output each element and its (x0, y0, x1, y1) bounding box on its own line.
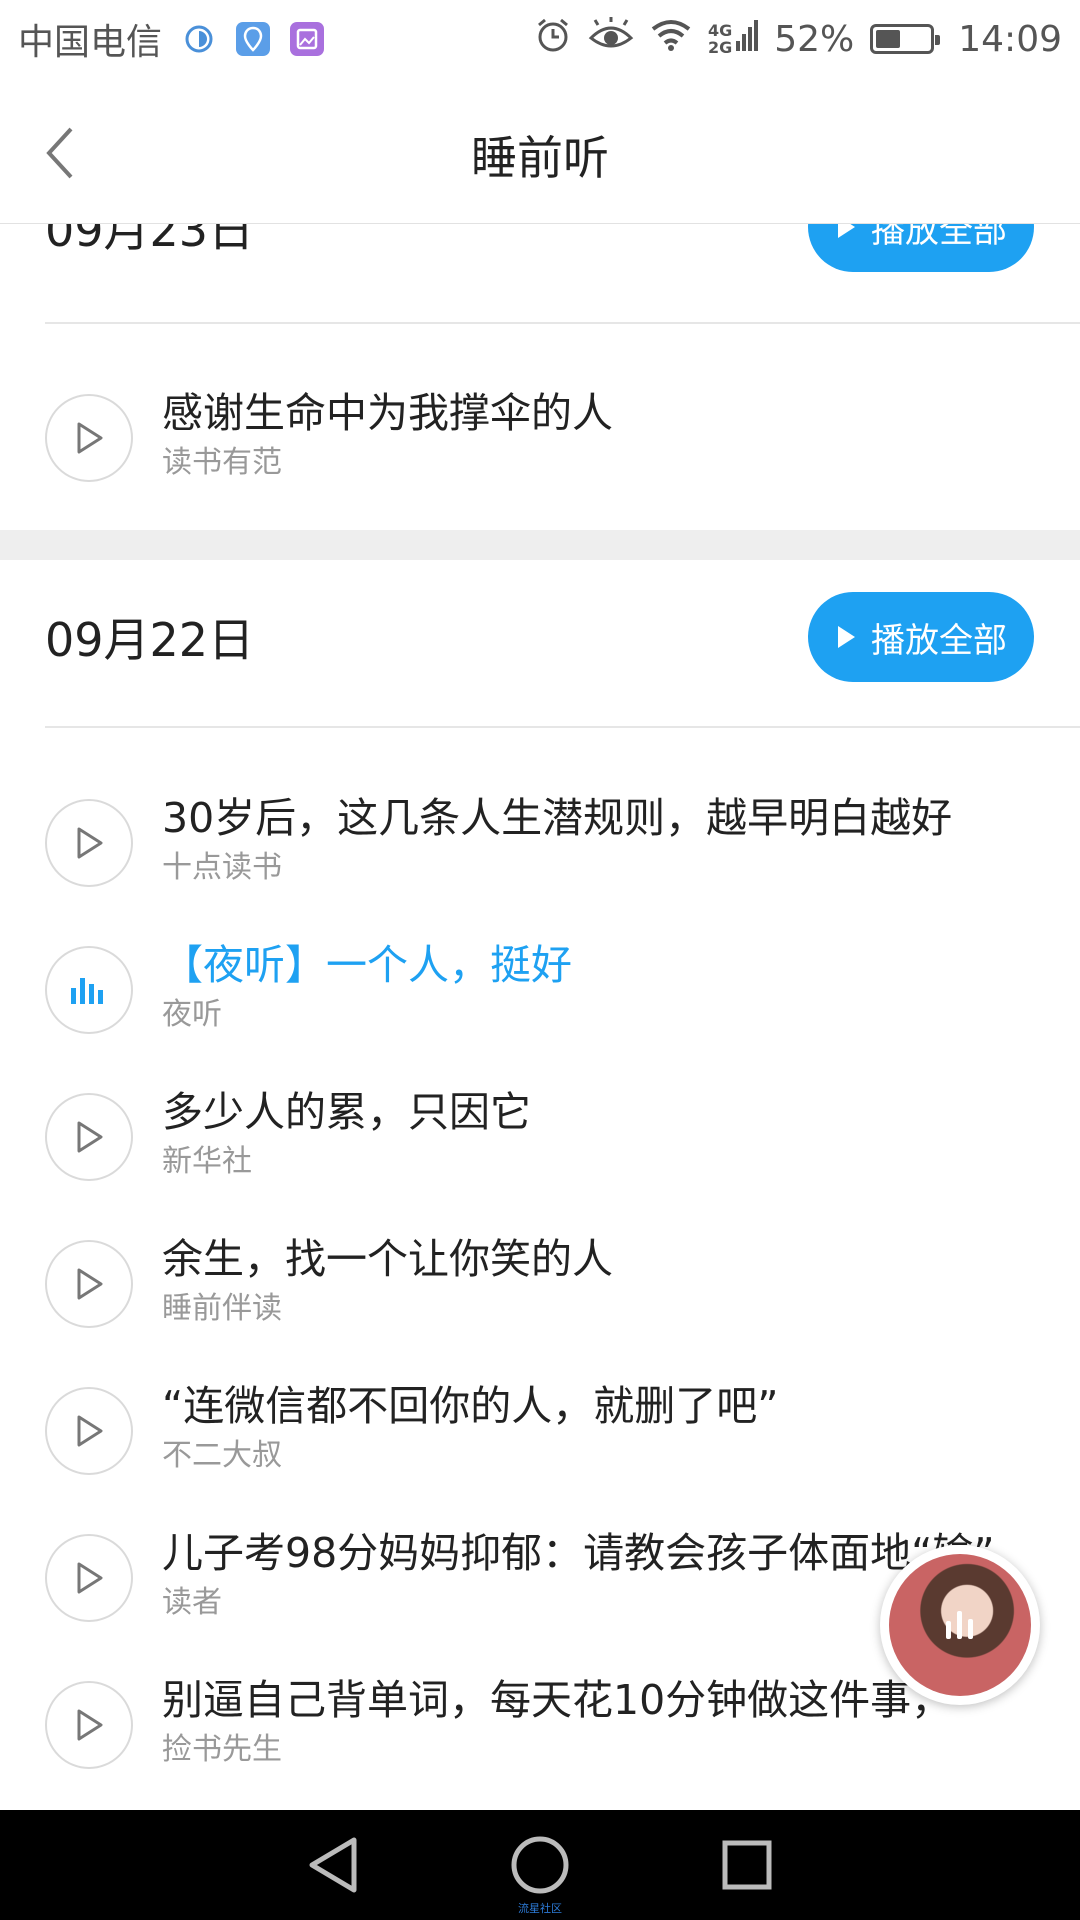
gallery-notification-icon (290, 22, 325, 56)
date-section: 09月23日 播放全部 (0, 224, 1080, 274)
play-button[interactable] (45, 394, 133, 482)
section-date: 09月22日 (45, 613, 255, 667)
play-all-button[interactable]: 播放全部 (808, 224, 1034, 272)
page-title: 睡前听 (471, 131, 609, 185)
item-title: 30岁后，这几条人生潜规则，越早明白越好 (162, 794, 953, 842)
network-2g-label: 2G (707, 38, 733, 57)
play-triangle-icon (838, 224, 855, 238)
list-item[interactable]: 多少人的累，只因它 新华社 (0, 1078, 1080, 1198)
play-outline-icon (77, 827, 103, 859)
circle-home-icon (511, 1836, 569, 1894)
playing-button[interactable] (45, 946, 133, 1034)
nav-recent-button[interactable] (707, 1825, 787, 1905)
album-cover (889, 1554, 1031, 1696)
signal-icon (736, 17, 759, 62)
item-title: 感谢生命中为我撑伞的人 (162, 389, 613, 437)
item-title: 【夜听】一个人，挺好 (162, 941, 572, 989)
nav-caption: 流星社区 (518, 1902, 562, 1915)
play-outline-icon (77, 422, 103, 454)
equalizer-icon (71, 978, 103, 1004)
play-all-label: 播放全部 (871, 620, 1007, 661)
equalizer-icon (946, 1611, 973, 1639)
list-item[interactable]: “连微信都不回你的人，就删了吧” 不二大叔 (0, 1372, 1080, 1492)
triangle-back-icon (309, 1837, 357, 1893)
play-outline-icon (77, 1268, 103, 1300)
wifi-icon (650, 18, 692, 61)
play-button[interactable] (45, 1387, 133, 1475)
play-button[interactable] (45, 1534, 133, 1622)
date-section: 09月22日 播放全部 (0, 560, 1080, 695)
network-type: 4G 2G (708, 22, 732, 56)
play-outline-icon (77, 1121, 103, 1153)
item-title: 余生，找一个让你笑的人 (162, 1235, 613, 1283)
list-item-playing[interactable]: 【夜听】一个人，挺好 夜听 (0, 931, 1080, 1051)
item-source: 捡书先生 (162, 1732, 282, 1767)
list-item[interactable]: 感谢生命中为我撑伞的人 读书有范 (0, 379, 1080, 499)
status-bar: 中国电信 4G 2G 52% 14:09 (0, 0, 1080, 78)
item-source: 新华社 (162, 1144, 252, 1179)
system-nav-bar: 流星社区 (0, 1810, 1080, 1920)
divider (45, 726, 1080, 728)
floating-player-button[interactable] (880, 1545, 1040, 1705)
nav-home-button[interactable] (500, 1825, 580, 1905)
play-button[interactable] (45, 799, 133, 887)
play-outline-icon (77, 1709, 103, 1741)
item-title: 多少人的累，只因它 (162, 1088, 531, 1136)
item-source: 夜听 (162, 997, 222, 1032)
battery-icon (870, 24, 941, 54)
item-source: 读者 (162, 1585, 222, 1620)
item-source: 睡前伴读 (162, 1291, 282, 1326)
section-separator (0, 530, 1080, 560)
divider (45, 322, 1080, 324)
section-header: 09月23日 播放全部 (0, 224, 1080, 274)
nav-back-button[interactable] (293, 1825, 373, 1905)
list-item[interactable]: 30岁后，这几条人生潜规则，越早明白越好 十点读书 (0, 784, 1080, 904)
section-date: 09月23日 (45, 224, 255, 257)
play-triangle-icon (838, 626, 855, 648)
carrier-name: 中国电信 (18, 22, 163, 63)
eye-comfort-icon (588, 16, 634, 63)
play-all-label: 播放全部 (871, 224, 1007, 251)
item-source: 十点读书 (162, 850, 282, 885)
play-all-button[interactable]: 播放全部 (808, 592, 1034, 682)
play-button[interactable] (45, 1681, 133, 1769)
battery-percent: 52% (774, 18, 855, 60)
browser-notification-icon (182, 22, 216, 56)
title-bar: 睡前听 (0, 78, 1080, 224)
item-title: “连微信都不回你的人，就删了吧” (162, 1382, 779, 1430)
alarm-icon (534, 16, 572, 63)
status-left: 中国电信 (18, 13, 325, 65)
item-title: 别逼自己背单词，每天花10分钟做这件事， (162, 1676, 953, 1724)
network-4g-label: 4G (707, 21, 733, 40)
list-item[interactable]: 余生，找一个让你笑的人 睡前伴读 (0, 1225, 1080, 1345)
play-outline-icon (77, 1562, 103, 1594)
play-button[interactable] (45, 1093, 133, 1181)
item-title: 儿子考98分妈妈抑郁：请教会孩子体面地“输” (162, 1529, 995, 1577)
play-outline-icon (77, 1415, 103, 1447)
square-recent-icon (722, 1840, 772, 1890)
section-header: 09月22日 播放全部 (0, 560, 1080, 695)
play-button[interactable] (45, 1240, 133, 1328)
item-source: 读书有范 (162, 445, 282, 480)
location-notification-icon (236, 22, 271, 56)
item-source: 不二大叔 (162, 1438, 282, 1473)
clock: 14:09 (958, 18, 1062, 60)
status-right: 4G 2G 52% 14:09 (534, 16, 1062, 63)
